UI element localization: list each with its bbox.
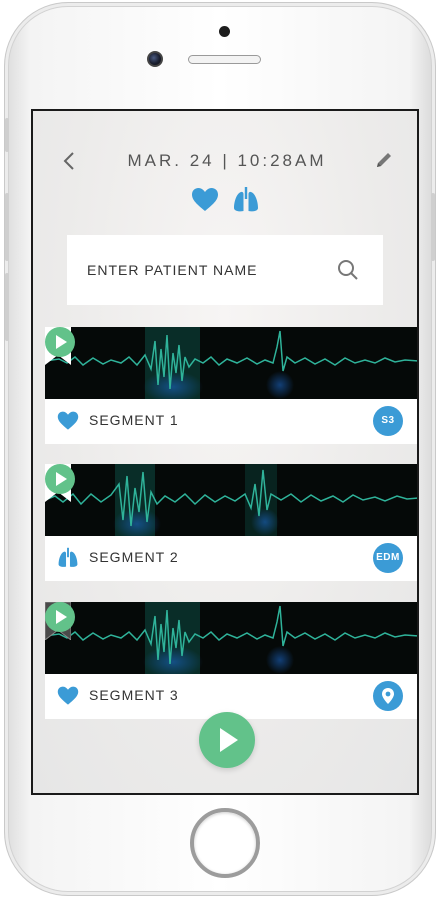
proximity-sensor	[219, 26, 230, 37]
play-segment-icon[interactable]	[45, 327, 75, 357]
header: MAR. 24 | 10:28AM	[33, 141, 417, 181]
front-camera	[147, 51, 163, 67]
heart-icon[interactable]	[191, 187, 219, 213]
play-icon	[220, 728, 238, 752]
segment-badge[interactable]: S3	[373, 406, 403, 436]
waveform-graph	[45, 464, 417, 536]
segment-card-3[interactable]: SEGMENT 3	[45, 602, 417, 719]
volume-down-button	[5, 273, 9, 341]
segment-card-1[interactable]: SEGMENT 1 S3	[45, 327, 417, 444]
app-screen: MAR. 24 | 10:28AM ENTER PATIENT NAME SEG…	[31, 109, 419, 795]
location-pin-icon	[382, 688, 394, 704]
waveform-strip[interactable]	[45, 602, 417, 674]
mute-switch	[5, 118, 9, 152]
back-chevron-icon[interactable]	[61, 151, 77, 171]
pencil-edit-icon[interactable]	[373, 149, 395, 171]
waveform-graph	[45, 327, 417, 399]
lungs-icon[interactable]	[232, 187, 260, 213]
session-datetime: MAR. 24 | 10:28AM	[127, 151, 327, 170]
mode-selector	[33, 187, 417, 217]
patient-search-input[interactable]	[87, 235, 327, 305]
waveform-strip[interactable]	[45, 327, 417, 399]
volume-up-button	[5, 193, 9, 261]
phone-frame: MAR. 24 | 10:28AM ENTER PATIENT NAME SEG…	[4, 2, 436, 896]
segment-label: SEGMENT 3	[89, 687, 179, 703]
waveform-strip[interactable]	[45, 464, 417, 536]
segment-info-row[interactable]: SEGMENT 1 S3	[45, 399, 417, 444]
play-segment-icon[interactable]	[45, 464, 75, 494]
patient-search-box	[67, 235, 383, 305]
segment-label: SEGMENT 2	[89, 549, 179, 565]
earpiece-speaker	[188, 55, 261, 64]
segment-badge[interactable]: EDM	[373, 543, 403, 573]
power-button	[431, 193, 435, 261]
lungs-icon	[58, 547, 78, 567]
play-segment-icon[interactable]	[45, 602, 75, 632]
play-all-button[interactable]	[199, 712, 255, 768]
waveform-graph	[45, 602, 417, 674]
home-button[interactable]	[190, 808, 260, 878]
search-icon[interactable]	[337, 259, 359, 281]
segment-info-row[interactable]: SEGMENT 2 EDM	[45, 536, 417, 581]
heart-icon	[57, 411, 79, 430]
segment-label: SEGMENT 1	[89, 412, 179, 428]
location-pin-badge[interactable]	[373, 681, 403, 711]
segment-card-2[interactable]: SEGMENT 2 EDM	[45, 464, 417, 581]
heart-icon	[57, 686, 79, 705]
